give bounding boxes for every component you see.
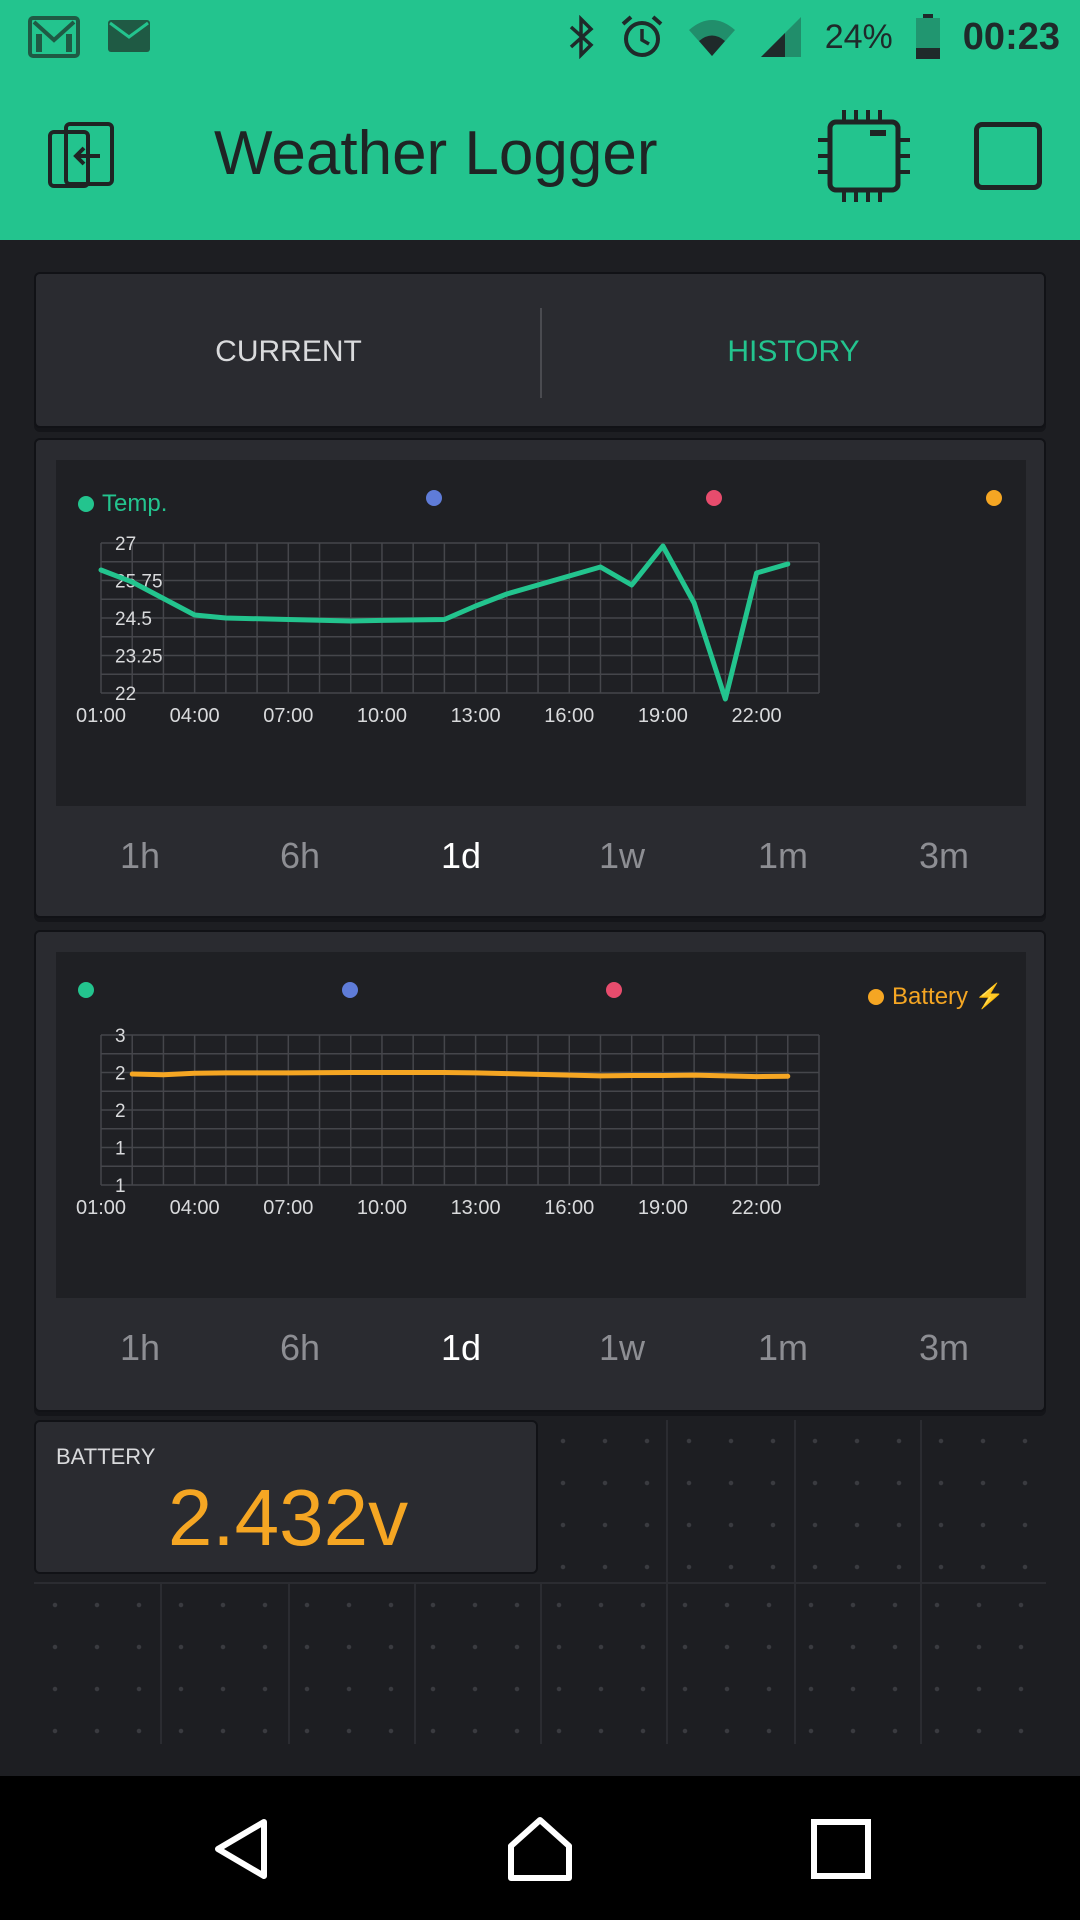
temperature-chart-svg: 27 25.75 24.5 23.25 2201:00 04:00 07:00 10:00 13… xyxy=(76,534,820,727)
period-1h[interactable]: 1h xyxy=(60,1298,220,1398)
signal-icon xyxy=(760,17,801,57)
grid-divider xyxy=(34,1582,1046,1584)
gmail-icon xyxy=(28,16,80,58)
legend-dot xyxy=(426,490,442,506)
x-tick-label: 04:00 xyxy=(170,705,220,727)
battery-label: BATTERY xyxy=(56,1444,156,1469)
tab-current[interactable]: CURRENT xyxy=(36,274,541,430)
battery-value: 2.432v xyxy=(167,1473,409,1562)
clock: 00:23 xyxy=(962,15,1060,58)
legend-series-4[interactable] xyxy=(986,490,1002,506)
y-tick-label: 22 xyxy=(115,684,136,705)
legend-series-3[interactable] xyxy=(706,490,722,506)
period-3m[interactable]: 3m xyxy=(864,1298,1024,1398)
y-tick-label: 1 xyxy=(115,1176,126,1197)
exit-icon[interactable] xyxy=(46,120,120,194)
legend-label: Battery ⚡ xyxy=(892,983,1005,1010)
x-tick-label: 19:00 xyxy=(638,1197,688,1219)
tab-history[interactable]: HISTORY xyxy=(541,274,1046,430)
tab-switcher: CURRENT HISTORY xyxy=(34,272,1046,428)
temperature-chart[interactable]: 27 25.75 24.5 23.25 22 01:00 04:00 07:00 10:00 13… xyxy=(56,460,1026,806)
period-selector: 1h 6h 1d 1w 1m 3m xyxy=(36,1298,1048,1398)
period-6h[interactable]: 6h xyxy=(220,1298,380,1398)
temperature-chart-card: 27 25.75 24.5 23.25 22 01:00 04:00 07:00 10:00 13… xyxy=(34,438,1046,918)
y-tick-label: 23.25 xyxy=(115,647,163,668)
y-tick-label: 3 xyxy=(115,1026,126,1047)
home-icon[interactable] xyxy=(505,1814,575,1884)
x-tick-label: 01:00 xyxy=(76,1197,126,1219)
y-tick-label: 27 xyxy=(115,534,136,555)
alarm-icon xyxy=(621,15,663,57)
x-tick-label: 22:00 xyxy=(732,1197,782,1219)
legend-dot xyxy=(342,982,358,998)
x-tick-label: 07:00 xyxy=(263,705,313,727)
period-1m[interactable]: 1m xyxy=(703,806,863,906)
legend-dot xyxy=(78,982,94,998)
series-line xyxy=(129,1070,791,1080)
app-bar: Weather Logger xyxy=(0,74,1080,240)
legend-series-2[interactable] xyxy=(342,982,358,998)
period-selector: 1h 6h 1d 1w 1m 3m xyxy=(36,806,1048,906)
battery-value-display[interactable]: BATTERY 2.432v xyxy=(34,1420,538,1574)
period-3m[interactable]: 3m xyxy=(864,806,1024,906)
back-icon[interactable] xyxy=(206,1814,276,1884)
period-6h[interactable]: 6h xyxy=(220,806,380,906)
legend-dot xyxy=(868,988,884,1005)
battery-icon xyxy=(915,14,940,59)
bluetooth-icon xyxy=(569,15,594,59)
legend-dot xyxy=(986,490,1002,506)
period-1m[interactable]: 1m xyxy=(703,1298,863,1398)
wifi-icon xyxy=(688,20,735,56)
y-tick-label: 2 xyxy=(115,1064,126,1085)
grid-divider xyxy=(160,1584,162,1744)
x-tick-label: 07:00 xyxy=(263,1197,313,1219)
legend-label: Temp. xyxy=(102,490,168,517)
y-tick-label: 25.75 xyxy=(115,572,163,593)
x-tick-label: 22:00 xyxy=(732,705,782,727)
x-tick-label: 16:00 xyxy=(544,705,594,727)
email-icon xyxy=(108,20,150,52)
recents-icon[interactable] xyxy=(806,1814,876,1884)
system-nav-bar xyxy=(0,1776,1080,1920)
battery-percent: 24% xyxy=(824,17,893,56)
legend-temp[interactable]: Temp. xyxy=(78,490,167,518)
period-1d[interactable]: 1d xyxy=(381,1298,541,1398)
status-bar: 24% 00:23 xyxy=(0,0,1080,74)
legend-dot xyxy=(78,496,94,512)
legend-dot xyxy=(706,490,722,506)
x-tick-label: 10:00 xyxy=(357,705,407,727)
chip-icon[interactable] xyxy=(816,108,912,204)
x-tick-label: 04:00 xyxy=(170,1197,220,1219)
page-title: Weather Logger xyxy=(214,119,658,188)
period-1h[interactable]: 1h xyxy=(60,806,220,906)
legend-dot xyxy=(606,982,622,998)
x-tick-label: 19:00 xyxy=(638,705,688,727)
legend-series-1[interactable] xyxy=(78,982,94,998)
x-tick-label: 10:00 xyxy=(357,1197,407,1219)
legend-series-2[interactable] xyxy=(426,490,442,506)
period-1d[interactable]: 1d xyxy=(381,806,541,906)
y-tick-label: 1 xyxy=(115,1139,126,1160)
legend-series-3[interactable] xyxy=(606,982,622,998)
y-tick-label: 24.5 xyxy=(115,609,152,630)
stop-square-icon[interactable] xyxy=(974,122,1042,190)
grid-divider xyxy=(414,1584,416,1744)
period-1w[interactable]: 1w xyxy=(542,806,702,906)
x-tick-label: 13:00 xyxy=(451,705,501,727)
y-tick-label: 2 xyxy=(115,1101,126,1122)
x-tick-label: 16:00 xyxy=(544,1197,594,1219)
grid-divider xyxy=(288,1584,290,1744)
battery-chart-card: 3 2 2 1 1 01:00 04:00 07:00 10:00 13:00 16:00 19:00… xyxy=(34,930,1046,1412)
legend-battery[interactable]: Battery ⚡ xyxy=(868,982,1005,1011)
grid-divider xyxy=(540,1584,542,1744)
x-tick-label: 01:00 xyxy=(76,705,126,727)
battery-chart[interactable]: 3 2 2 1 1 01:00 04:00 07:00 10:00 13:00 16:00 19:00… xyxy=(56,952,1026,1298)
period-1w[interactable]: 1w xyxy=(542,1298,702,1398)
x-tick-label: 13:00 xyxy=(451,1197,501,1219)
